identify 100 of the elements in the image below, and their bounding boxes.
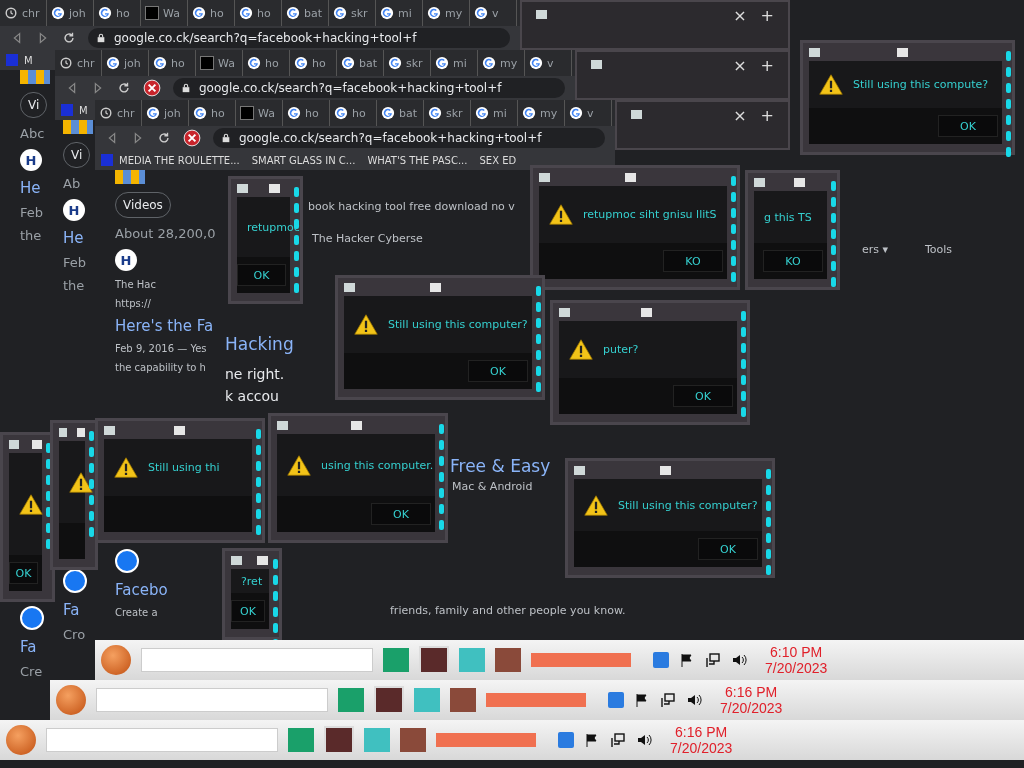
bookmark-item[interactable]: SMART GLASS IN C...	[251, 154, 356, 166]
ok-button[interactable]: OK	[9, 562, 38, 584]
bookmark-favicon	[6, 54, 18, 66]
dialog-message: using this computer.	[321, 458, 434, 472]
dialog-message: Still using this compute?	[853, 78, 989, 91]
google-icon	[475, 106, 489, 120]
result-title-link[interactable]: Fa	[63, 601, 80, 619]
google-icon	[106, 56, 120, 70]
dialog-message: Still using thi	[148, 461, 220, 474]
reload-icon[interactable]	[157, 131, 171, 145]
window-icon	[591, 60, 602, 69]
window-icon	[351, 420, 363, 430]
result-snippet: Create a	[115, 607, 158, 618]
window-icon	[794, 177, 806, 187]
flag-icon[interactable]	[634, 692, 650, 708]
flag-icon[interactable]	[584, 732, 600, 748]
window-icon	[809, 47, 820, 57]
clock-time[interactable]: 6:16 PM	[675, 724, 728, 740]
result-text: the	[63, 278, 85, 293]
start-button[interactable]	[6, 725, 36, 755]
bookmark-item[interactable]: M	[79, 104, 88, 116]
google-icon	[51, 6, 65, 20]
app-icon[interactable]	[324, 726, 354, 754]
result-snippet: The Hac	[115, 279, 156, 290]
result-fragment: Hacking	[225, 334, 294, 354]
flag-icon[interactable]	[679, 652, 695, 668]
speaker-icon[interactable]	[636, 732, 652, 748]
window-icon	[631, 110, 642, 119]
error-icon	[143, 79, 161, 97]
speaker-icon[interactable]	[686, 692, 702, 708]
warning-icon	[584, 494, 608, 516]
bookmark-item[interactable]: SEX ED	[479, 154, 517, 166]
history-icon	[4, 6, 18, 20]
ok-button[interactable]: KO	[663, 250, 723, 272]
bookmark-item[interactable]: M	[24, 54, 33, 66]
start-button[interactable]	[56, 685, 86, 715]
address-bar[interactable]: google.co.ck/search?q=facebook+hacking+tool+f	[213, 128, 605, 148]
warning-icon	[354, 314, 378, 335]
history-icon	[59, 56, 73, 70]
new-tab-button[interactable]: +	[760, 56, 774, 75]
clock-date[interactable]: 7/20/2023	[670, 740, 733, 756]
result-title-link[interactable]: Fa	[20, 638, 37, 656]
window-icon	[9, 439, 19, 449]
window-icon	[237, 183, 248, 193]
window-icon	[104, 425, 115, 435]
ok-button[interactable]: OK	[938, 115, 998, 137]
bookmark-item[interactable]: WHAT'S THE PASC...	[367, 154, 468, 166]
window-icon	[257, 555, 269, 565]
clock-date[interactable]: 7/20/2023	[765, 660, 828, 676]
speaker-icon[interactable]	[731, 652, 747, 668]
google-icon	[381, 106, 395, 120]
result-fragment: k accou	[225, 388, 279, 404]
google-icon	[146, 106, 160, 120]
result-snippet: Feb 9, 2016 — Yes	[115, 343, 207, 354]
app-icon[interactable]	[419, 646, 449, 674]
bookmark-favicon	[61, 104, 73, 116]
ok-button[interactable]: OK	[231, 600, 265, 622]
network-icon[interactable]	[610, 732, 626, 748]
google-icon	[427, 6, 441, 20]
result-text: Abc	[20, 126, 45, 141]
network-icon[interactable]	[705, 652, 721, 668]
google-icon	[286, 6, 300, 20]
close-tab-button[interactable]: ×	[733, 106, 747, 125]
clock-time[interactable]: 6:10 PM	[770, 644, 823, 660]
google-icon	[435, 56, 449, 70]
google-doodle	[115, 170, 145, 184]
bookmark-item[interactable]: MEDIA THE ROULETTE...	[119, 154, 240, 166]
reload-icon[interactable]	[62, 31, 76, 45]
new-tab-button[interactable]: +	[760, 106, 774, 125]
clock-date[interactable]: 7/20/2023	[720, 700, 783, 716]
result-fragment: book hacking tool free download no v	[308, 200, 515, 213]
error-icon	[183, 129, 201, 147]
ok-button[interactable]: OK	[698, 538, 758, 560]
address-bar[interactable]: google.co.ck/search?q=facebook+hacking+tool+f	[88, 28, 510, 48]
result-text: About 28,200,0	[115, 226, 216, 241]
window-icon	[559, 307, 570, 317]
warning-icon	[114, 457, 138, 478]
ok-button[interactable]: OK	[673, 385, 733, 407]
ok-button[interactable]: OK	[237, 264, 286, 286]
address-bar[interactable]: google.co.ck/search?q=facebook+hacking+tool+f	[173, 78, 565, 98]
network-icon[interactable]	[660, 692, 676, 708]
result-title-link[interactable]: Here's the Fa	[115, 317, 214, 335]
window-icon	[539, 172, 550, 182]
lock-icon	[221, 133, 231, 143]
app-icon[interactable]	[374, 686, 404, 714]
close-tab-button[interactable]: ×	[733, 6, 747, 25]
warning-icon	[569, 339, 593, 360]
close-tab-button[interactable]: ×	[733, 56, 747, 75]
start-button[interactable]	[101, 645, 131, 675]
clock-time[interactable]: 6:16 PM	[725, 684, 778, 700]
new-tab-button[interactable]: +	[760, 6, 774, 25]
result-title-link[interactable]: He	[63, 229, 84, 247]
dialog-message: Still using this computer?	[388, 318, 528, 331]
ok-button[interactable]: KO	[763, 250, 823, 272]
result-fragment: Tools	[925, 243, 953, 256]
ok-button[interactable]: OK	[371, 503, 431, 525]
ok-button[interactable]: OK	[468, 360, 528, 382]
reload-icon[interactable]	[117, 81, 131, 95]
result-title-link[interactable]: He	[20, 179, 41, 197]
result-title-link[interactable]: Facebo	[115, 581, 168, 599]
